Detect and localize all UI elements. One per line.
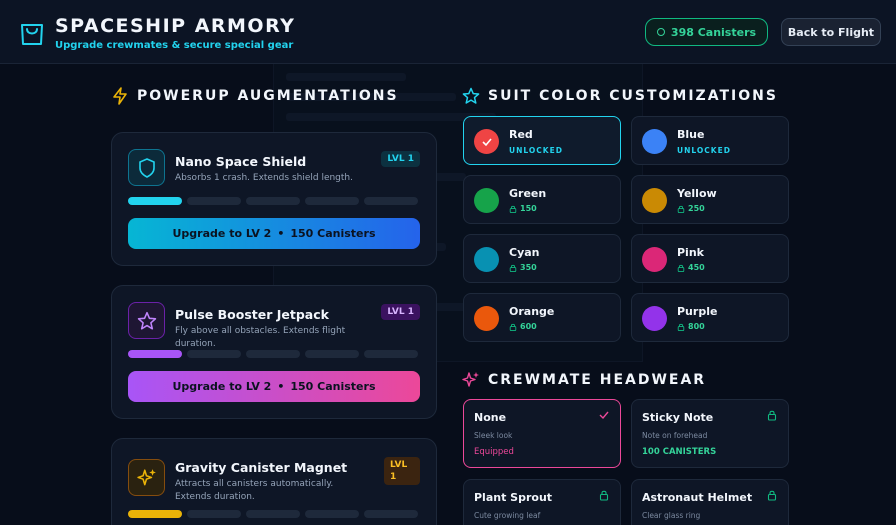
shield-icon bbox=[128, 149, 165, 186]
color-swatch bbox=[474, 188, 499, 213]
level-segment bbox=[128, 510, 182, 518]
unlock-status: UNLOCKED bbox=[509, 146, 563, 155]
lock-icon bbox=[677, 205, 685, 213]
powerup-name: Pulse Booster Jetpack bbox=[175, 307, 329, 322]
suit-price: 150 bbox=[509, 204, 537, 213]
canister-balance: 398 Canisters bbox=[645, 18, 768, 46]
lock-icon bbox=[599, 490, 609, 501]
suit-card-green[interactable]: Green 150 bbox=[463, 175, 621, 224]
level-badge: LVL 1 bbox=[384, 457, 420, 485]
level-segment bbox=[128, 197, 182, 205]
headwear-card-none[interactable]: None Sleek look Equipped bbox=[463, 399, 621, 468]
level-segment bbox=[187, 510, 241, 518]
level-badge: LVL 1 bbox=[381, 151, 420, 167]
level-badge: LVL 1 bbox=[381, 304, 420, 320]
level-progress bbox=[128, 510, 418, 518]
shopping-bag-icon bbox=[21, 24, 43, 45]
powerup-description: Absorbs 1 crash. Extends shield length. bbox=[175, 173, 353, 183]
powerup-card: Nano Space Shield Absorbs 1 crash. Exten… bbox=[111, 132, 437, 266]
suit-price: 350 bbox=[509, 263, 537, 272]
page-subtitle: Upgrade crewmates & secure special gear bbox=[55, 40, 294, 51]
powerup-card: Gravity Canister Magnet Attracts all can… bbox=[111, 438, 437, 525]
level-segment bbox=[246, 350, 300, 358]
lightning-icon bbox=[113, 87, 127, 105]
level-segment bbox=[364, 510, 418, 518]
lock-icon bbox=[767, 410, 777, 421]
level-segment bbox=[187, 197, 241, 205]
level-progress bbox=[128, 197, 418, 205]
lock-icon bbox=[509, 264, 517, 272]
back-to-flight-button[interactable]: Back to Flight bbox=[781, 18, 881, 46]
lock-icon bbox=[677, 323, 685, 331]
suit-card-red[interactable]: Red UNLOCKED bbox=[463, 116, 621, 165]
level-segment bbox=[305, 510, 359, 518]
level-segment bbox=[187, 350, 241, 358]
suit-name: Orange bbox=[509, 305, 555, 318]
headwear-card-plant-sprout[interactable]: Plant Sprout Cute growing leaf bbox=[463, 479, 621, 525]
suit-card-pink[interactable]: Pink 450 bbox=[631, 234, 789, 283]
suit-card-blue[interactable]: Blue UNLOCKED bbox=[631, 116, 789, 165]
suit-price: 450 bbox=[677, 263, 705, 272]
suit-card-cyan[interactable]: Cyan 350 bbox=[463, 234, 621, 283]
powerups-heading: POWERUP AUGMENTATIONS bbox=[111, 87, 399, 105]
headwear-card-astronaut-helmet[interactable]: Astronaut Helmet Clear glass ring bbox=[631, 479, 789, 525]
suit-name: Green bbox=[509, 187, 547, 200]
headwear-card-sticky-note[interactable]: Sticky Note Note on forehead 100 CANISTE… bbox=[631, 399, 789, 468]
color-swatch bbox=[642, 306, 667, 331]
color-swatch bbox=[642, 129, 667, 154]
sparkles-icon bbox=[128, 459, 165, 496]
upgrade-jetpack-button[interactable]: Upgrade to LV 2 • 150 Canisters bbox=[128, 371, 420, 402]
level-segment bbox=[364, 197, 418, 205]
suit-name: Yellow bbox=[677, 187, 717, 200]
suit-name: Pink bbox=[677, 246, 704, 259]
lock-icon bbox=[677, 264, 685, 272]
powerup-description: Fly above all obstacles. Extends flight … bbox=[175, 326, 346, 349]
level-progress bbox=[128, 350, 418, 358]
unlock-status: UNLOCKED bbox=[677, 146, 731, 155]
upgrade-shield-button[interactable]: Upgrade to LV 2 • 150 Canisters bbox=[128, 218, 420, 249]
level-segment bbox=[305, 197, 359, 205]
top-bar: SPACESHIP ARMORY Upgrade crewmates & sec… bbox=[0, 0, 896, 64]
star-icon bbox=[462, 87, 480, 104]
price-label: 100 CANISTERS bbox=[642, 447, 717, 457]
suit-card-purple[interactable]: Purple 800 bbox=[631, 293, 789, 342]
canister-balance-text: 398 Canisters bbox=[670, 25, 757, 39]
suit-card-yellow[interactable]: Yellow 250 bbox=[631, 175, 789, 224]
page-title: SPACESHIP ARMORY bbox=[55, 15, 296, 37]
lock-icon bbox=[509, 323, 517, 331]
suit-card-orange[interactable]: Orange 600 bbox=[463, 293, 621, 342]
canister-icon bbox=[656, 28, 665, 36]
equipped-status: Equipped bbox=[474, 447, 514, 457]
suit-price: 600 bbox=[509, 322, 537, 331]
color-swatch bbox=[474, 306, 499, 331]
suit-price: 250 bbox=[677, 204, 705, 213]
powerup-card: Pulse Booster Jetpack Fly above all obst… bbox=[111, 285, 437, 419]
color-swatch bbox=[642, 188, 667, 213]
color-swatch bbox=[642, 247, 667, 272]
check-icon bbox=[474, 129, 499, 154]
star-icon bbox=[128, 302, 165, 339]
sparkles-icon bbox=[462, 372, 479, 387]
powerup-name: Nano Space Shield bbox=[175, 154, 307, 169]
level-segment bbox=[128, 350, 182, 358]
powerup-description: Attracts all canisters automatically. Ex… bbox=[175, 479, 334, 502]
level-segment bbox=[364, 350, 418, 358]
powerup-name: Gravity Canister Magnet bbox=[175, 460, 348, 475]
lock-icon bbox=[509, 205, 517, 213]
color-swatch bbox=[474, 247, 499, 272]
headwear-heading: CREWMATE HEADWEAR bbox=[462, 371, 706, 389]
level-segment bbox=[246, 510, 300, 518]
suit-name: Purple bbox=[677, 305, 718, 318]
suit-name: Blue bbox=[677, 128, 705, 141]
lock-icon bbox=[767, 490, 777, 501]
level-segment bbox=[246, 197, 300, 205]
check-icon bbox=[599, 411, 609, 420]
level-segment bbox=[305, 350, 359, 358]
suits-heading: SUIT COLOR CUSTOMIZATIONS bbox=[462, 87, 778, 105]
suit-name: Red bbox=[509, 128, 533, 141]
suit-name: Cyan bbox=[509, 246, 540, 259]
suit-price: 800 bbox=[677, 322, 705, 331]
